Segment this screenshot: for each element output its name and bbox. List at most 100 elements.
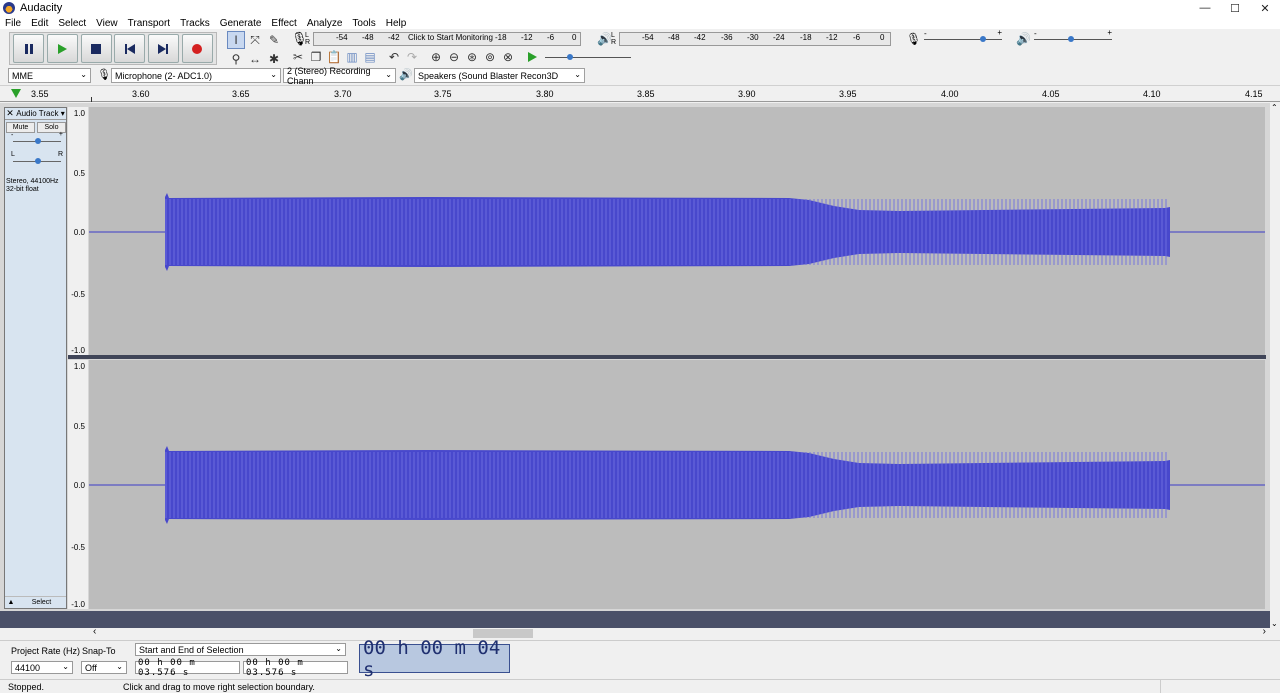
vertical-scrollbar[interactable]: ⌃ ⌄: [1270, 103, 1280, 628]
multi-tool[interactable]: ✱: [265, 50, 283, 68]
zoom-out-icon: ⊖: [448, 50, 460, 64]
undo-button[interactable]: ↶: [385, 48, 403, 66]
playback-device-select[interactable]: Speakers (Sound Blaster Recon3D ⌄: [414, 68, 585, 83]
window-controls: — ☐ ✕: [1190, 0, 1280, 16]
menu-select[interactable]: Select: [58, 18, 86, 29]
menu-help[interactable]: Help: [386, 18, 407, 29]
pan-slider[interactable]: L R: [11, 151, 63, 169]
zoom-tool[interactable]: ⚲: [227, 50, 245, 68]
gain-thumb[interactable]: [35, 138, 41, 144]
selection-tool[interactable]: I: [227, 31, 245, 49]
redo-button[interactable]: ↷: [403, 48, 421, 66]
menu-file[interactable]: File: [5, 18, 21, 29]
scroll-right-icon[interactable]: ›: [1263, 626, 1266, 637]
timeline-ruler[interactable]: 3.55 3.60 3.65 3.70 3.75 3.80 3.85 3.90 …: [0, 86, 1280, 102]
cut-button[interactable]: ✂: [289, 48, 307, 66]
pan-thumb[interactable]: [35, 158, 41, 164]
speaker-icon[interactable]: 🔊: [597, 32, 612, 46]
project-rate-select[interactable]: 44100 ⌄: [11, 661, 73, 674]
mixer-toolbar: 🎙 - + 🔊 - +: [906, 28, 1114, 47]
recording-channels-select[interactable]: 2 (Stereo) Recording Chann ⌄: [283, 66, 396, 86]
click-to-start-monitoring[interactable]: Click to Start Monitoring: [408, 33, 493, 42]
horizontal-scrollbar[interactable]: ‹ ›: [90, 626, 1270, 639]
selection-start-time[interactable]: 00 h 00 m 03.576 s: [135, 658, 240, 678]
menu-view[interactable]: View: [96, 18, 118, 29]
skip-start-icon: [124, 43, 135, 54]
collapse-track-icon[interactable]: ▲: [5, 599, 17, 606]
play-at-speed-button[interactable]: [523, 48, 541, 66]
snap-to-label: Snap-To: [82, 646, 116, 656]
minimize-button[interactable]: —: [1190, 0, 1220, 16]
playback-meter[interactable]: -54 -48 -42 -36 -30 -24 -18 -12 -6 0: [619, 32, 891, 46]
scroll-down-icon[interactable]: ⌄: [1271, 619, 1278, 628]
device-speaker-icon: 🔊: [399, 69, 413, 81]
envelope-tool[interactable]: ⤧: [246, 31, 264, 49]
menu-effect[interactable]: Effect: [271, 18, 296, 29]
right-channel-waveform[interactable]: [89, 360, 1265, 609]
left-channel-waveform[interactable]: [89, 107, 1265, 355]
selection-end-time[interactable]: 00 h 00 m 03.576 s: [243, 658, 348, 678]
timeline-tick: 3.70: [334, 89, 352, 99]
scroll-up-icon[interactable]: ⌃: [1271, 103, 1278, 112]
scroll-left-icon[interactable]: ‹: [93, 626, 96, 637]
fit-selection-button[interactable]: ⊛: [463, 48, 481, 66]
draw-tool[interactable]: ✎: [265, 31, 283, 49]
snap-to-select[interactable]: Off ⌄: [81, 661, 127, 674]
playback-volume-slider[interactable]: - +: [1032, 28, 1114, 47]
zoom-in-button[interactable]: ⊕: [427, 48, 445, 66]
menu-analyze[interactable]: Analyze: [307, 18, 343, 29]
time-shift-tool[interactable]: ↔: [246, 50, 264, 68]
close-button[interactable]: ✕: [1250, 0, 1280, 16]
menu-generate[interactable]: Generate: [220, 18, 262, 29]
microphone-icon[interactable]: 🎙: [291, 31, 308, 47]
play-head-icon[interactable]: [10, 88, 22, 99]
vruler-label: 0.5: [73, 422, 85, 431]
skip-to-start-button[interactable]: [114, 34, 146, 63]
copy-button[interactable]: ❐: [307, 48, 325, 66]
waveform-texture: [165, 452, 1169, 518]
paste-button[interactable]: 📋: [325, 48, 343, 66]
track-mute-solo: Mute Solo: [6, 122, 66, 133]
trim-button[interactable]: ▥: [343, 48, 361, 66]
channel-separator[interactable]: [68, 355, 1266, 359]
silence-button[interactable]: ▤: [361, 48, 379, 66]
play-tick: -54: [642, 33, 654, 42]
record-button[interactable]: [181, 34, 213, 63]
fit-project-button[interactable]: ⊚: [481, 48, 499, 66]
menu-transport[interactable]: Transport: [128, 18, 170, 29]
stop-button[interactable]: [80, 34, 112, 63]
pause-button[interactable]: [13, 34, 45, 63]
recording-meter[interactable]: -54 -48 -42 Click to Start Monitoring -1…: [313, 32, 581, 46]
menu-tracks[interactable]: Tracks: [180, 18, 210, 29]
slider-thumb[interactable]: [567, 54, 573, 60]
recording-device-select[interactable]: Microphone (2- ADC1.0) ⌄: [111, 68, 281, 83]
skip-to-end-button[interactable]: [147, 34, 179, 63]
zoom-out-button[interactable]: ⊖: [445, 48, 463, 66]
menu-tools[interactable]: Tools: [352, 18, 375, 29]
track-close-icon[interactable]: ✕: [5, 108, 15, 119]
vruler-label: 1.0: [73, 362, 85, 371]
selection-mode-select[interactable]: Start and End of Selection ⌄: [135, 643, 346, 656]
chevron-down-icon: ⌄: [574, 70, 581, 79]
timeline-tick: 4.15: [1245, 89, 1263, 99]
zoom-toggle-button[interactable]: ⊗: [499, 48, 517, 66]
recording-volume-slider[interactable]: - +: [922, 28, 1004, 47]
slider-thumb[interactable]: [1068, 36, 1074, 42]
trim-icon: ▥: [346, 50, 358, 64]
gain-slider[interactable]: - +: [11, 131, 63, 149]
audio-position-display[interactable]: 00 h 00 m 04 s: [359, 637, 510, 681]
slider-thumb[interactable]: [980, 36, 986, 42]
play-speed-slider[interactable]: [541, 49, 633, 65]
track-menu-button[interactable]: Audio Track ▾: [15, 109, 66, 118]
vruler-label: 0.0: [73, 481, 85, 490]
timeline-start-label: 3.55: [31, 89, 49, 99]
play-button[interactable]: [46, 34, 78, 63]
tick-mark: [91, 97, 92, 102]
rec-tick: -54: [336, 33, 348, 42]
menu-edit[interactable]: Edit: [31, 18, 48, 29]
asterisk-icon: ✱: [268, 52, 280, 66]
track-select-button[interactable]: Select: [17, 599, 66, 606]
maximize-button[interactable]: ☐: [1220, 0, 1250, 16]
audio-host-select[interactable]: MME ⌄: [8, 68, 91, 83]
track-bottom-bar: ▲ Select: [5, 596, 66, 608]
